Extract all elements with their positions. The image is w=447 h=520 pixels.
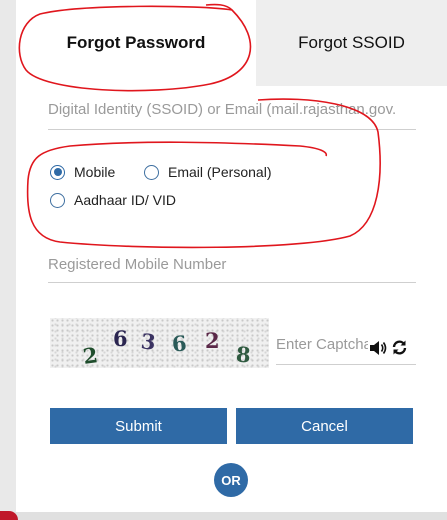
captcha-digit: 2	[81, 342, 100, 369]
form-card: Forgot Password Forgot SSOID Digital Ide…	[16, 0, 447, 520]
radio-mobile[interactable]: Mobile	[50, 164, 115, 180]
captcha-digit: 6	[170, 330, 188, 357]
ssoid-placeholder: Digital Identity (SSOID) or Email (mail.…	[48, 101, 397, 118]
bottom-strip	[0, 512, 447, 520]
tab-forgot-password[interactable]: Forgot Password	[16, 0, 256, 86]
captcha-tools	[368, 339, 408, 356]
captcha-digit: 3	[139, 328, 157, 355]
cancel-button[interactable]: Cancel	[236, 408, 413, 444]
mobile-placeholder: Registered Mobile Number	[48, 256, 227, 273]
captcha-digit: 6	[113, 326, 128, 351]
mobile-number-input[interactable]: Registered Mobile Number	[48, 256, 416, 283]
radio-aadhaar-button[interactable]	[50, 192, 65, 208]
radio-email-button[interactable]	[144, 164, 159, 180]
forgot-password-page: Forgot Password Forgot SSOID Digital Ide…	[0, 0, 447, 520]
radio-mobile-label: Mobile	[74, 164, 116, 180]
radio-aadhaar[interactable]: Aadhaar ID/ VID	[50, 192, 176, 208]
refresh-icon[interactable]	[391, 339, 408, 356]
radio-aadhaar-label: Aadhaar ID/ VID	[74, 192, 176, 208]
radio-email[interactable]: Email (Personal)	[144, 164, 271, 180]
radio-mobile-button[interactable]	[50, 164, 65, 180]
ssoid-input[interactable]: Digital Identity (SSOID) or Email (mail.…	[48, 101, 416, 130]
or-divider-badge: OR	[214, 463, 248, 497]
captcha-image: 2 6 3 6 2 8	[50, 318, 269, 369]
speaker-icon[interactable]	[369, 340, 387, 356]
captcha-digit: 2	[205, 328, 220, 353]
captcha-placeholder: Enter Captcha	[276, 336, 372, 353]
captcha-digit: 8	[235, 341, 252, 368]
radio-email-label: Email (Personal)	[168, 164, 272, 180]
submit-button[interactable]: Submit	[50, 408, 227, 444]
tab-forgot-ssoid[interactable]: Forgot SSOID	[256, 0, 447, 86]
